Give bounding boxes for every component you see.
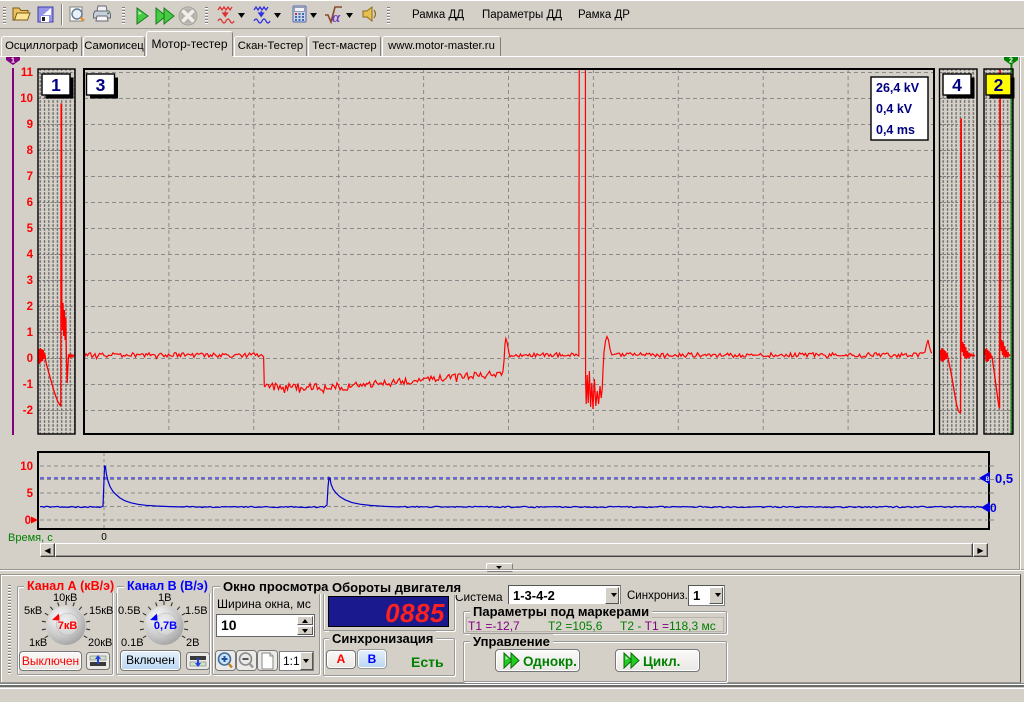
svg-text:7: 7 [27, 171, 33, 183]
svg-text:10: 10 [20, 461, 33, 473]
svg-text:3: 3 [27, 275, 33, 287]
svg-text:в: в [985, 474, 989, 483]
svg-text:4: 4 [952, 75, 962, 95]
svg-text:-1: -1 [23, 379, 34, 391]
svg-text:0,4 ms: 0,4 ms [876, 123, 915, 137]
svg-text:2: 2 [994, 75, 1004, 95]
svg-text:9: 9 [27, 119, 33, 131]
svg-text:-2: -2 [23, 405, 33, 417]
svg-text:5: 5 [27, 488, 34, 500]
svg-text:6: 6 [27, 197, 33, 209]
svg-text:0,4 kV: 0,4 kV [876, 102, 913, 116]
svg-text:8: 8 [27, 145, 34, 157]
svg-text:11: 11 [21, 67, 34, 79]
svg-text:0: 0 [101, 532, 107, 543]
svg-text:0: 0 [27, 353, 33, 365]
svg-text:10: 10 [20, 93, 33, 105]
svg-text:7кВ: 7кВ [58, 620, 78, 632]
svg-text:3: 3 [96, 75, 106, 95]
svg-text:2: 2 [1009, 58, 1013, 65]
svg-text:0,7В: 0,7В [154, 620, 177, 632]
svg-text:26,4 kV: 26,4 kV [876, 81, 920, 95]
svg-text:5: 5 [27, 223, 34, 235]
svg-text:0: 0 [25, 515, 31, 527]
svg-text:0: 0 [990, 501, 997, 515]
svg-text:0,5: 0,5 [995, 471, 1013, 486]
svg-text:1: 1 [27, 327, 34, 339]
svg-text:α: α [332, 10, 341, 26]
svg-text:1: 1 [51, 75, 61, 95]
svg-text:4: 4 [27, 249, 34, 261]
svg-text:2: 2 [27, 301, 33, 313]
svg-text:1: 1 [11, 58, 15, 65]
